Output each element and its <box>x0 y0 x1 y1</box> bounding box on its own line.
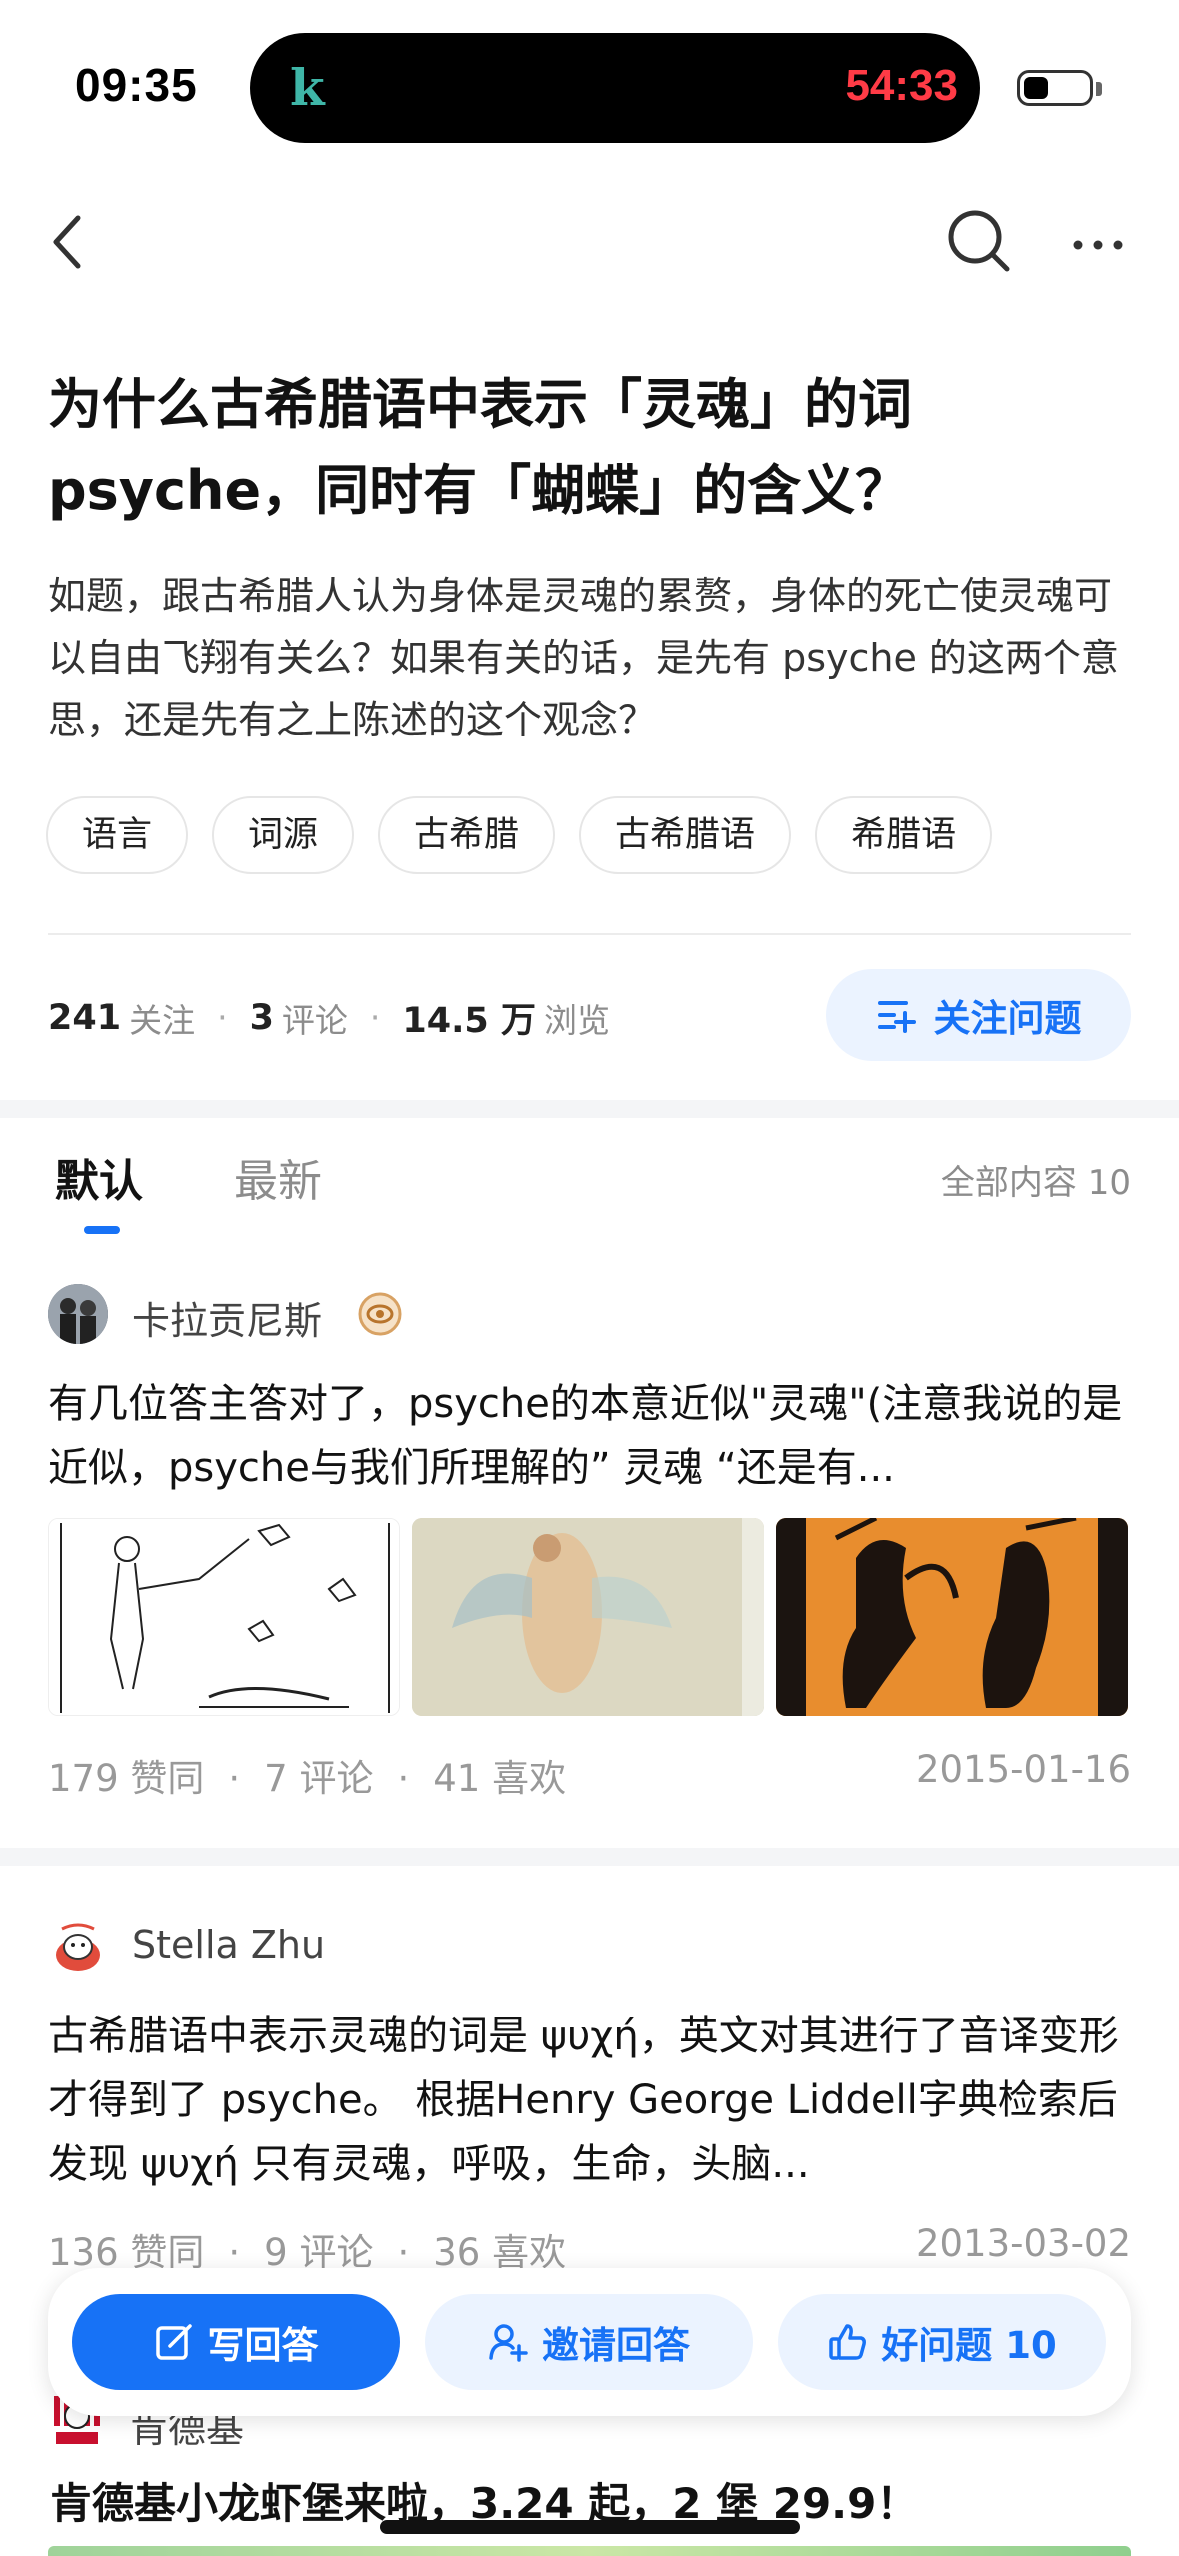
follow-question-label: 关注问题 <box>933 997 1082 1040</box>
section-separator <box>0 1100 1179 1118</box>
avatar-photo <box>48 1284 108 1344</box>
answer-date: 2015-01-16 <box>915 1748 1131 1791</box>
answer-image[interactable] <box>776 1518 1128 1716</box>
more-button[interactable] <box>1068 220 1128 270</box>
chevron-left-icon <box>53 215 81 269</box>
topic-tags: 语言 词源 古希腊 古希腊语 希腊语 <box>46 796 993 874</box>
good-question-button[interactable]: 好问题 10 <box>778 2294 1106 2390</box>
fresco-image <box>412 1518 764 1716</box>
more-dots-icon <box>1073 240 1123 250</box>
answer-image[interactable] <box>48 1518 400 1716</box>
avatar[interactable] <box>48 1917 108 1977</box>
home-indicator[interactable] <box>380 2520 800 2534</box>
views-label: 浏览 <box>543 1000 610 1040</box>
thumbs-up-icon <box>829 2324 867 2360</box>
good-question-label: 好问题 10 <box>881 2324 1057 2367</box>
follow-list-icon <box>877 1001 916 1033</box>
tab-indicator <box>84 1226 120 1234</box>
answer-author[interactable]: 卡拉贡尼斯 <box>132 1290 322 1345</box>
bottom-action-bar: 写回答 邀请回答 好问题 10 <box>48 2268 1131 2416</box>
status-time: 09:35 <box>75 59 198 111</box>
edit-icon <box>155 2324 192 2360</box>
topic-tag[interactable]: 古希腊 <box>378 796 556 874</box>
comments-count[interactable]: 7 评论 <box>264 1757 373 1800</box>
avatar[interactable] <box>48 1284 108 1344</box>
comments-count: 3 <box>249 997 274 1038</box>
comments-label[interactable]: 评论 <box>282 994 348 1042</box>
question-description[interactable]: 如题，跟古希腊人认为身体是灵魂的累赘，身体的死亡使灵魂可以自由飞翔有关么？如果有… <box>48 565 1148 751</box>
topic-tag[interactable]: 希腊语 <box>815 796 993 874</box>
topic-tag[interactable]: 语言 <box>46 796 189 874</box>
ad-image[interactable] <box>48 2546 1131 2556</box>
invite-answer-label: 邀请回答 <box>542 2324 690 2367</box>
topic-tag[interactable]: 古希腊语 <box>579 796 792 874</box>
tab-latest[interactable]: 最新 <box>234 1145 322 1209</box>
cartoon-avatar-icon <box>56 1923 100 1971</box>
answer-image[interactable] <box>412 1518 764 1716</box>
section-separator <box>0 1848 1179 1866</box>
divider <box>48 933 1131 935</box>
question-stats: 241 关注 · 3 评论 · 14.5 万 浏览 <box>48 992 610 1043</box>
vase-sketch-image <box>49 1519 399 1715</box>
invite-user-icon <box>489 2324 528 2362</box>
island-timer: 54:33 <box>845 61 958 110</box>
follow-question-button[interactable]: 关注问题 <box>826 969 1131 1061</box>
followers-label: 关注 <box>129 1000 196 1040</box>
likes-count[interactable]: 179 赞同 <box>48 1757 204 1800</box>
k-logo-icon: k <box>290 58 325 117</box>
status-bar: 09:35 k 54:33 <box>0 0 1179 170</box>
answer-excerpt[interactable]: 古希腊语中表示灵魂的词是 ψυχή，英文对其进行了音译变形才得到了 psyche… <box>48 2004 1133 2196</box>
all-content-count[interactable]: 全部内容 10 <box>941 1155 1131 1204</box>
battery-icon <box>1017 70 1093 106</box>
answer-meta: 179 赞同 · 7 评论 · 41 喜欢 <box>48 1757 567 1800</box>
topic-tag[interactable]: 词源 <box>212 796 355 874</box>
write-answer-label: 写回答 <box>207 2324 319 2367</box>
answer-author[interactable]: Stella Zhu <box>132 1923 325 1967</box>
search-icon <box>948 210 1010 272</box>
answer-excerpt[interactable]: 有几位答主答对了，psyche的本意近似"灵魂"(注意我说的是近似，psyche… <box>48 1372 1133 1500</box>
write-answer-button[interactable]: 写回答 <box>72 2294 400 2390</box>
question-title: 为什么古希腊语中表示「灵魂」的词 psyche，同时有「蝴蝶」的含义？ <box>48 373 912 522</box>
tab-default[interactable]: 默认 <box>55 1145 143 1209</box>
favs-count[interactable]: 41 喜欢 <box>433 1757 566 1800</box>
invite-answer-button[interactable]: 邀请回答 <box>425 2294 753 2390</box>
followers-count: 241 <box>48 997 122 1038</box>
battery-cap <box>1096 82 1102 96</box>
verified-badge-icon <box>358 1292 402 1336</box>
back-button[interactable] <box>40 200 100 280</box>
search-button[interactable] <box>944 206 1014 276</box>
views-count: 14.5 万 <box>402 1001 536 1041</box>
dynamic-island[interactable]: k 54:33 <box>250 33 980 143</box>
answer-date: 2013-03-02 <box>915 2222 1131 2265</box>
greek-vase-image <box>776 1518 1128 1716</box>
